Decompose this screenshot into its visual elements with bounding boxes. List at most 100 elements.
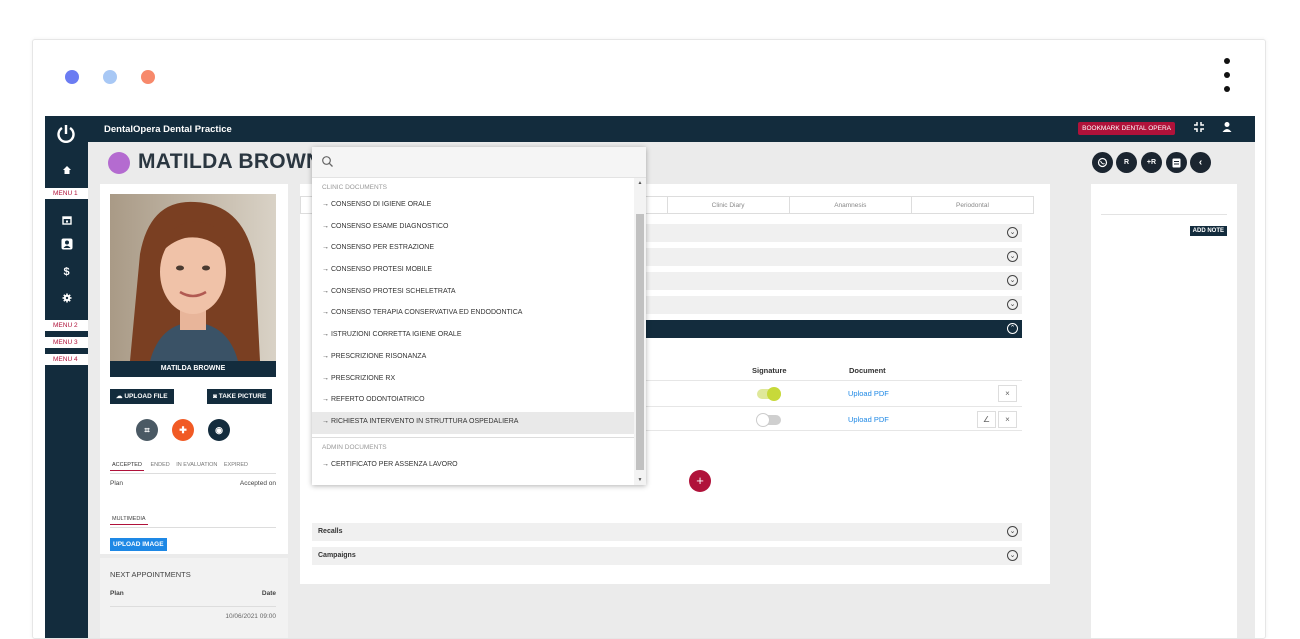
content-area: MATILDA BROWNE R +R ‹ MATILDA BROWNE ☁ U… <box>88 142 1255 638</box>
patient-name: MATILDA BROWNE <box>138 150 336 173</box>
tooth-icon: ⌗ <box>144 424 150 435</box>
document-list: CLINIC DOCUMENTS → CONSENSO DI IGIENE OR… <box>312 178 634 485</box>
list-item[interactable]: → PRESCRIZIONE RX <box>312 369 634 391</box>
chevron-down-icon: ⌄ <box>1007 227 1018 238</box>
list-item[interactable]: → PRESCRIZIONE RISONANZA <box>312 347 634 369</box>
sidebar: MENU 1 $ MENU 2 MENU 3 MENU 4 <box>45 116 88 638</box>
appointments-date-label: Date <box>261 590 276 597</box>
photo-caption: MATILDA BROWNE <box>110 361 276 377</box>
tab-accepted[interactable]: ACCEPTED <box>110 462 144 471</box>
list-item-hovered[interactable]: → RICHIESTA INTERVENTO IN STRUTTURA OSPE… <box>312 411 634 434</box>
plan-header-row: Plan Accepted on <box>110 480 276 487</box>
window-dot-blue <box>65 70 79 84</box>
medical-button[interactable]: ✚ <box>172 419 194 441</box>
tab-periodontal[interactable]: Periodontal <box>912 197 1033 213</box>
search-icon <box>322 156 333 167</box>
tab-anamnesis[interactable]: Anamnesis <box>790 197 912 213</box>
appointments-plan-label: Plan <box>110 590 124 597</box>
tab-in-evaluation[interactable]: IN EVALUATION <box>176 462 217 468</box>
tab-clinic-diary[interactable]: Clinic Diary <box>668 197 790 213</box>
sidebar-item-menu1[interactable]: MENU 1 <box>45 188 88 199</box>
take-picture-button[interactable]: ◙ TAKE PICTURE <box>207 389 273 404</box>
search-input[interactable] <box>312 147 646 178</box>
home-icon[interactable] <box>45 160 88 180</box>
sidebar-item-menu4[interactable]: MENU 4 <box>45 354 88 365</box>
dollar-icon[interactable]: $ <box>45 262 88 282</box>
rx-button[interactable]: R <box>1116 152 1137 173</box>
power-icon[interactable] <box>55 123 77 145</box>
list-item[interactable]: → REFERTO ODONTOIATRICO <box>312 390 634 412</box>
upload-pdf-link[interactable]: Upload PDF <box>848 415 889 424</box>
scroll-down-icon[interactable]: ▼ <box>636 477 644 483</box>
close-icon[interactable]: × <box>998 385 1017 402</box>
gear-icon[interactable] <box>45 288 88 308</box>
campaigns-label: Campaigns <box>318 552 356 559</box>
list-item[interactable]: → CONSENSO TERAPIA CONSERVATIVA ED ENDOD… <box>312 303 634 325</box>
signature-toggle[interactable] <box>757 387 781 401</box>
sidebar-item-menu2[interactable]: MENU 2 <box>45 320 88 331</box>
upload-file-button[interactable]: ☁ UPLOAD FILE <box>110 389 174 404</box>
user-icon[interactable] <box>1219 121 1235 137</box>
toggle-knob <box>756 413 770 427</box>
list-item[interactable]: → CONSENSO DI IGIENE ORALE <box>312 195 634 217</box>
appointment-row[interactable]: 10/06/2021 09:00 <box>110 606 276 620</box>
toggle-knob <box>767 387 781 401</box>
upload-image-button[interactable]: UPLOAD IMAGE <box>110 538 167 551</box>
chevron-down-icon: ⌄ <box>1007 550 1018 561</box>
add-document-button[interactable]: + <box>689 470 711 492</box>
window-dot-light-blue <box>103 70 117 84</box>
document-picker-dropdown: CLINIC DOCUMENTS → CONSENSO DI IGIENE OR… <box>312 147 646 485</box>
scrollbar-thumb[interactable] <box>636 214 644 470</box>
list-item[interactable]: → CONSENSO PROTESI SCHELETRATA <box>312 282 634 304</box>
accordion-recalls[interactable]: Recalls ⌄ <box>312 523 1022 541</box>
tab-ended[interactable]: ENDED <box>150 462 169 468</box>
compress-icon[interactable] <box>1191 121 1207 137</box>
list-item[interactable]: → CERTIFICATO PER ASSENZA LAVORO <box>312 455 634 477</box>
multimedia-tab-row: MULTIMEDIA <box>110 516 276 528</box>
add-note-button[interactable]: ADD NOTE <box>1189 226 1227 236</box>
notes-divider <box>1101 214 1227 215</box>
notes-card: ADD NOTE <box>1091 184 1237 638</box>
topbar: DentalOpera Dental Practice BOOKMARK DEN… <box>88 116 1255 142</box>
chevron-down-icon: ⌄ <box>1007 251 1018 262</box>
user-circle-icon[interactable] <box>45 234 88 254</box>
patient-card: MATILDA BROWNE ☁ UPLOAD FILE ◙ TAKE PICT… <box>100 184 288 554</box>
close-icon[interactable]: × <box>998 411 1017 428</box>
back-button[interactable]: ‹ <box>1190 152 1211 173</box>
document-header: Document <box>849 366 886 375</box>
signature-header: Signature <box>752 366 787 375</box>
tab-multimedia[interactable]: MULTIMEDIA <box>110 516 148 525</box>
plan-status-tabs: ACCEPTED ENDED IN EVALUATION EXPIRED <box>110 462 276 474</box>
list-item[interactable]: → CONSENSO PROTESI MOBILE <box>312 260 634 282</box>
list-item[interactable]: → CONSENSO ESAME DIAGNOSTICO <box>312 217 634 239</box>
bookmark-button[interactable]: BOOKMARK DENTAL OPERA <box>1078 122 1175 135</box>
upload-pdf-link[interactable]: Upload PDF <box>848 389 889 398</box>
chevron-down-icon: ⌄ <box>1007 526 1018 537</box>
list-item[interactable]: → ISTRUZIONI CORRETTA IGIENE ORALE <box>312 325 634 347</box>
tooth-button[interactable]: ⌗ <box>136 419 158 441</box>
scrollbar[interactable]: ▲ ▼ <box>634 178 646 485</box>
medical-kit-icon: ✚ <box>179 424 187 435</box>
whatsapp-button[interactable] <box>1092 152 1113 173</box>
kebab-menu-icon[interactable] <box>1224 58 1232 98</box>
plan-column-label: Plan <box>110 480 124 487</box>
edit-icon[interactable]: ∠ <box>977 411 996 428</box>
patient-avatar <box>108 152 130 174</box>
sidebar-item-menu3[interactable]: MENU 3 <box>45 337 88 348</box>
view-button[interactable]: ◉ <box>208 419 230 441</box>
list-item[interactable]: → CONSENSO PER ESTRAZIONE <box>312 238 634 260</box>
scroll-up-icon[interactable]: ▲ <box>636 180 644 186</box>
take-picture-label: TAKE PICTURE <box>218 393 267 400</box>
app-title: DentalOpera Dental Practice <box>104 124 232 135</box>
calendar-icon[interactable] <box>45 210 88 230</box>
next-appointments-title: NEXT APPOINTMENTS <box>110 570 191 579</box>
accordion-campaigns[interactable]: Campaigns ⌄ <box>312 547 1022 565</box>
accepted-on-column-label: Accepted on <box>239 480 276 487</box>
tab-expired[interactable]: EXPIRED <box>224 462 248 468</box>
signature-toggle[interactable] <box>756 413 781 427</box>
group-admin-documents: ADMIN DOCUMENTS <box>322 443 387 451</box>
appointment-date: 10/06/2021 09:00 <box>225 613 276 620</box>
document-button[interactable] <box>1166 152 1187 173</box>
appointments-header-row: Plan Date <box>110 590 276 597</box>
add-rx-button[interactable]: +R <box>1141 152 1162 173</box>
